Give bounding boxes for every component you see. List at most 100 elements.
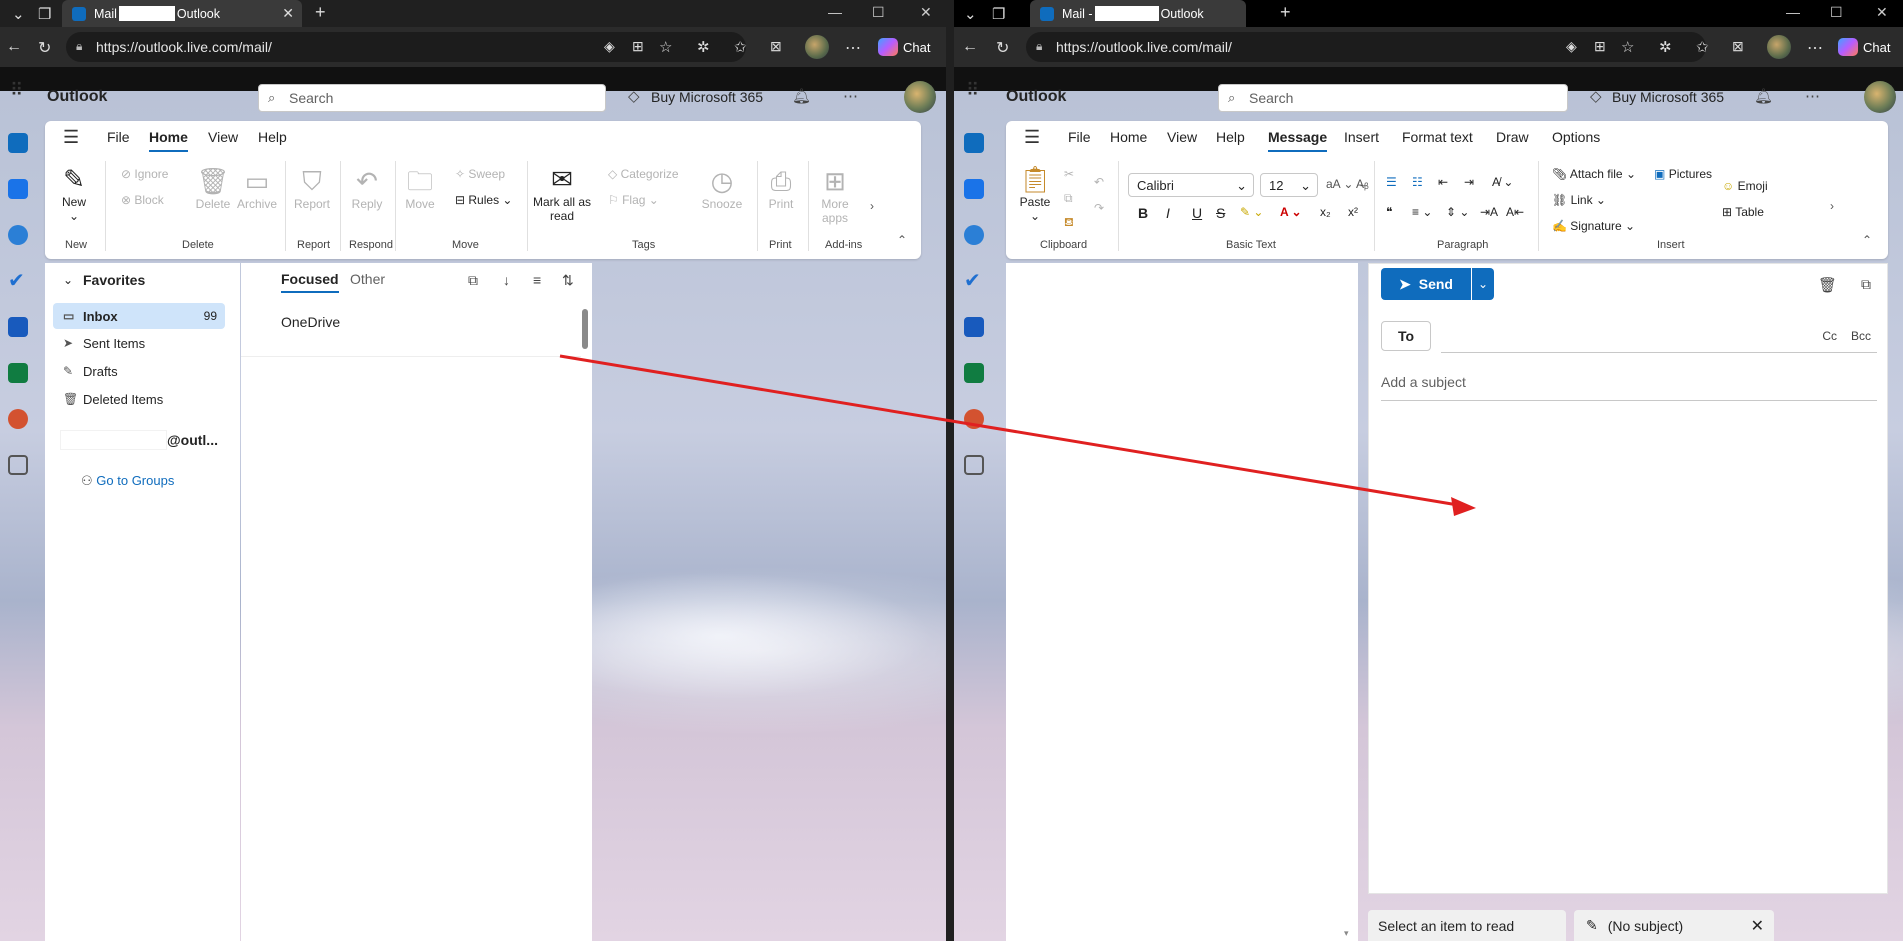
tab-file[interactable]: File [107,129,130,145]
rules-button[interactable]: ⊟ Rules ⌄ [455,193,512,207]
split-screen-icon[interactable]: ⊞ [632,38,644,55]
extensions-icon[interactable]: ✲ [1659,38,1672,56]
collections-icon[interactable]: ⊠ [1732,38,1744,55]
calendar-icon[interactable] [964,179,984,199]
account-header[interactable]: @outl... [167,432,218,448]
send-button[interactable]: ➤ Send [1381,268,1471,300]
workspaces-icon[interactable]: ❐ [992,5,1005,23]
hamburger-icon[interactable]: ☰ [1024,127,1040,148]
italic-icon[interactable]: I [1166,205,1170,221]
copy-icon[interactable]: ⧉ [1064,191,1073,206]
rtl-icon[interactable]: A⇤ [1506,205,1524,219]
settings-more-icon[interactable]: ⋯ [1805,87,1820,105]
send-options-button[interactable]: ⌄ [1472,268,1494,300]
tab-format-text[interactable]: Format text [1402,129,1473,145]
reply-button[interactable]: ↶ Reply [345,165,389,211]
link-button[interactable]: ⛓ Link ⌄ [1552,193,1606,207]
go-to-groups-link[interactable]: ⚇ Go to Groups [81,473,174,489]
underline-icon[interactable]: U [1192,205,1202,221]
excel-icon[interactable] [964,363,984,383]
tab-view[interactable]: View [208,129,238,145]
settings-more-icon[interactable]: ⋯ [843,87,858,105]
hamburger-icon[interactable]: ☰ [63,127,79,148]
close-tab-icon[interactable]: ✕ [282,5,294,22]
sweep-button[interactable]: ✧ Sweep [455,167,505,181]
discard-icon[interactable]: 🗑︎ [1818,276,1837,294]
collapse-ribbon-icon[interactable]: ⌃ [1862,233,1872,247]
workspaces-icon[interactable]: ❐ [38,5,51,23]
word-icon[interactable] [964,317,984,337]
subscript-icon[interactable]: x₂ [1320,205,1331,219]
search-box[interactable]: ⌕ Search [258,84,606,112]
cc-button[interactable]: Cc [1822,329,1837,343]
clear-format-icon[interactable]: A̶ᵦ [1356,177,1369,191]
bcc-button[interactable]: Bcc [1851,329,1871,343]
more-icon[interactable]: ⋯ [1807,38,1823,58]
scrollbar[interactable] [582,309,588,349]
favorites-header[interactable]: Favorites [83,272,145,288]
collections-icon[interactable]: ⊠ [770,38,782,55]
folder-sent[interactable]: ➤ Sent Items [53,330,225,356]
paste-button[interactable]: 📋︎ Paste ⌄ [1014,163,1056,223]
font-color-icon[interactable]: A ⌄ [1280,205,1302,219]
minimize-icon[interactable]: — [828,4,842,20]
to-field[interactable] [1441,324,1801,350]
ribbon-scroll-right-icon[interactable]: › [870,199,874,213]
block-button[interactable]: ⊗ Block [121,193,164,207]
more-apps-rail-icon[interactable] [964,455,984,475]
maximize-icon[interactable]: ☐ [872,4,885,21]
people-icon[interactable] [8,225,28,245]
snooze-button[interactable]: ◷ Snooze [700,165,744,211]
tab-message[interactable]: Message [1268,129,1328,152]
bullets-icon[interactable]: ☰ [1386,175,1397,189]
bell-icon[interactable]: 🔔︎ [792,87,811,105]
tab-actions-icon[interactable]: ⌄ [964,5,977,23]
app-launcher-icon[interactable]: ⠿ [966,80,979,101]
search-box[interactable]: ⌕ Search [1218,84,1568,112]
powerpoint-icon[interactable] [964,409,984,429]
signature-button[interactable]: ✍ Signature ⌄ [1552,219,1635,233]
font-name-select[interactable]: Calibri ⌄ [1128,173,1254,197]
refresh-icon[interactable]: ↻ [996,38,1009,58]
categorize-button[interactable]: ◇ Categorize [608,167,679,181]
buy-microsoft-365-link[interactable]: Buy Microsoft 365 [651,89,763,105]
tab-actions-icon[interactable]: ⌄ [12,5,25,23]
tab-help[interactable]: Help [258,129,287,145]
focused-tab[interactable]: Focused [281,271,339,293]
collapse-ribbon-icon[interactable]: ⌃ [897,233,907,247]
mark-all-read-button[interactable]: ✉ Mark all as read [533,163,591,223]
more-icon[interactable]: ⋯ [845,38,861,58]
calendar-icon[interactable] [8,179,28,199]
minimize-icon[interactable]: — [1786,4,1800,20]
jump-to-icon[interactable]: ↓ [503,272,510,288]
extensions-icon[interactable]: ✲ [697,38,710,56]
chevron-down-icon[interactable]: ⌄ [63,273,73,287]
account-avatar[interactable] [1864,81,1896,113]
font-size-increase-icon[interactable]: aA ⌄ [1326,177,1353,191]
table-button[interactable]: ⊞ Table [1722,205,1764,219]
folder-inbox[interactable]: ▭ Inbox 99 [53,303,225,329]
font-size-select[interactable]: 12 ⌄ [1260,173,1318,197]
todo-icon[interactable]: ✔ [8,271,28,291]
favorites-icon[interactable]: ✩ [734,38,747,56]
tab-options[interactable]: Options [1552,129,1600,145]
reader-icon[interactable]: ◈ [604,38,615,55]
bell-icon[interactable]: 🔔︎ [1754,87,1773,105]
undo-icon[interactable]: ↶ [1094,175,1104,189]
list-item[interactable]: OneDrive [241,305,581,357]
flag-button[interactable]: ⚐ Flag ⌄ [608,193,659,207]
subject-field[interactable]: Add a subject [1381,374,1466,390]
word-icon[interactable] [8,317,28,337]
new-tab-icon[interactable]: + [1280,2,1291,23]
other-tab[interactable]: Other [350,271,385,287]
pictures-button[interactable]: ▣ Pictures [1654,167,1712,181]
copilot-chat-button[interactable]: Chat [878,36,930,58]
split-screen-icon[interactable]: ⊞ [1594,38,1606,55]
draft-tab[interactable]: ✎ (No subject) ✕ [1574,910,1774,941]
redo-icon[interactable]: ↷ [1094,201,1104,215]
line-spacing-icon[interactable]: ⇕ ⌄ [1446,205,1469,219]
sort-icon[interactable]: ⇅ [562,272,574,289]
move-button[interactable]: 🗀 Move [400,165,440,211]
profile-avatar[interactable] [805,35,829,59]
browser-tab-mail[interactable]: Mail Outlook ✕ [62,0,302,27]
